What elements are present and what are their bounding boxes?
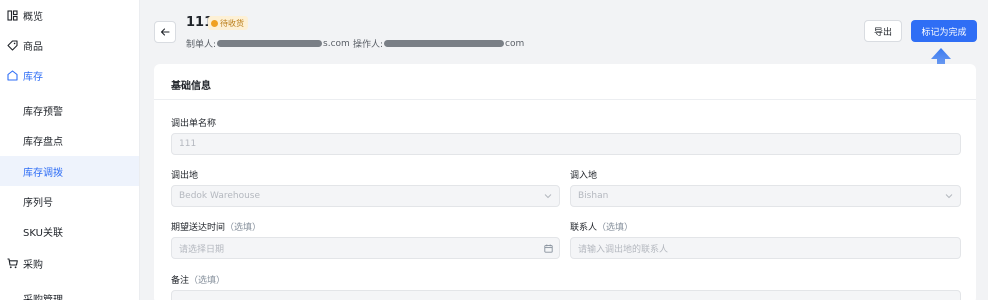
redacted-email	[384, 40, 505, 47]
operator-info: 操作人: com	[353, 37, 525, 51]
calendar-icon	[543, 243, 553, 253]
sidebar-item-sku-link[interactable]: SKU关联	[0, 216, 139, 246]
sidebar-item-label: 库存	[23, 71, 43, 83]
optional-hint: （选填）	[597, 223, 634, 233]
sidebar-item-transfer[interactable]: 库存调拨	[0, 156, 139, 186]
creator-suffix: s.com	[323, 38, 350, 49]
sidebar-item-serial[interactable]: 序列号	[0, 186, 139, 216]
cart-icon	[7, 257, 18, 269]
warehouse-icon	[7, 69, 18, 81]
sidebar-item-purchase[interactable]: 采购	[0, 248, 139, 278]
sidebar-item-purchase-manage[interactable]: 采购管理	[0, 283, 139, 300]
expected-date-picker[interactable]: 请选择日期	[171, 237, 560, 259]
export-button[interactable]: 导出	[864, 20, 902, 42]
sidebar-item-label: 采购管理	[23, 294, 63, 300]
to-location-select[interactable]: Bishan	[570, 185, 961, 207]
basic-info-card: 基础信息 调出单名称 111 调出地 Bedok Warehouse 调入地 B…	[154, 64, 976, 300]
transfer-name-input[interactable]: 111	[171, 133, 961, 155]
label-text: 备注	[171, 276, 190, 286]
section-title: 基础信息	[171, 81, 211, 92]
arrow-left-icon	[160, 28, 170, 36]
sidebar-item-stocktake[interactable]: 库存盘点	[0, 125, 139, 155]
sidebar-item-label: 库存盘点	[23, 136, 63, 148]
chevron-down-icon	[543, 191, 553, 201]
sidebar-item-label: SKU关联	[23, 227, 63, 239]
status-badge: 待收货	[208, 16, 248, 30]
main-content: 111 待收货 制单人: s.com 操作人: com 导出 标记为完成 基础信…	[140, 0, 988, 300]
overview-icon	[7, 9, 18, 21]
note-input[interactable]	[171, 290, 961, 300]
from-location-value: Bedok Warehouse	[179, 191, 261, 201]
page-header: 111 待收货 制单人: s.com 操作人: com 导出 标记为完成	[140, 0, 988, 62]
sidebar: 概览 商品 库存 库存预警 库存盘点 库存调拨 序列号 SKU关联 采购 采购管…	[0, 0, 140, 300]
from-location-label: 调出地	[171, 171, 199, 181]
sidebar-item-stock-alert[interactable]: 库存预警	[0, 95, 139, 125]
sidebar-item-label: 概览	[23, 11, 43, 23]
optional-hint: （选填）	[189, 276, 226, 286]
transfer-name-label: 调出单名称	[171, 119, 217, 129]
sidebar-item-label: 序列号	[23, 197, 53, 209]
expected-date-label: 期望送达时间（选填）	[171, 220, 261, 233]
creator-label: 制单人:	[186, 40, 217, 50]
creator-info: 制单人: s.com	[186, 37, 350, 51]
sidebar-item-products[interactable]: 商品	[0, 30, 139, 60]
sidebar-item-label: 库存调拨	[23, 167, 63, 179]
date-placeholder: 请选择日期	[179, 244, 225, 255]
operator-suffix: com	[505, 38, 525, 49]
to-location-label: 调入地	[570, 171, 598, 181]
mark-complete-button[interactable]: 标记为完成	[911, 20, 977, 42]
contact-input[interactable]: 请输入调出地的联系人	[570, 237, 961, 259]
divider	[154, 99, 976, 100]
from-location-select[interactable]: Bedok Warehouse	[171, 185, 560, 207]
optional-hint: （选填）	[225, 223, 262, 233]
label-text: 期望送达时间	[171, 223, 226, 233]
back-button[interactable]	[154, 21, 176, 43]
clock-icon	[211, 19, 218, 27]
sidebar-item-label: 库存预警	[23, 106, 63, 118]
to-location-value: Bishan	[578, 191, 609, 201]
sidebar-item-label: 商品	[23, 41, 43, 53]
note-label: 备注（选填）	[171, 273, 225, 286]
tag-icon	[7, 39, 18, 51]
contact-label: 联系人（选填）	[570, 220, 633, 233]
redacted-email	[217, 40, 323, 47]
status-text: 待收货	[220, 18, 244, 28]
sidebar-item-label: 采购	[23, 259, 43, 271]
sidebar-item-inventory[interactable]: 库存	[0, 60, 139, 90]
label-text: 联系人	[570, 223, 598, 233]
sidebar-item-overview[interactable]: 概览	[0, 0, 139, 30]
operator-label: 操作人:	[353, 40, 384, 50]
chevron-down-icon	[944, 191, 954, 201]
